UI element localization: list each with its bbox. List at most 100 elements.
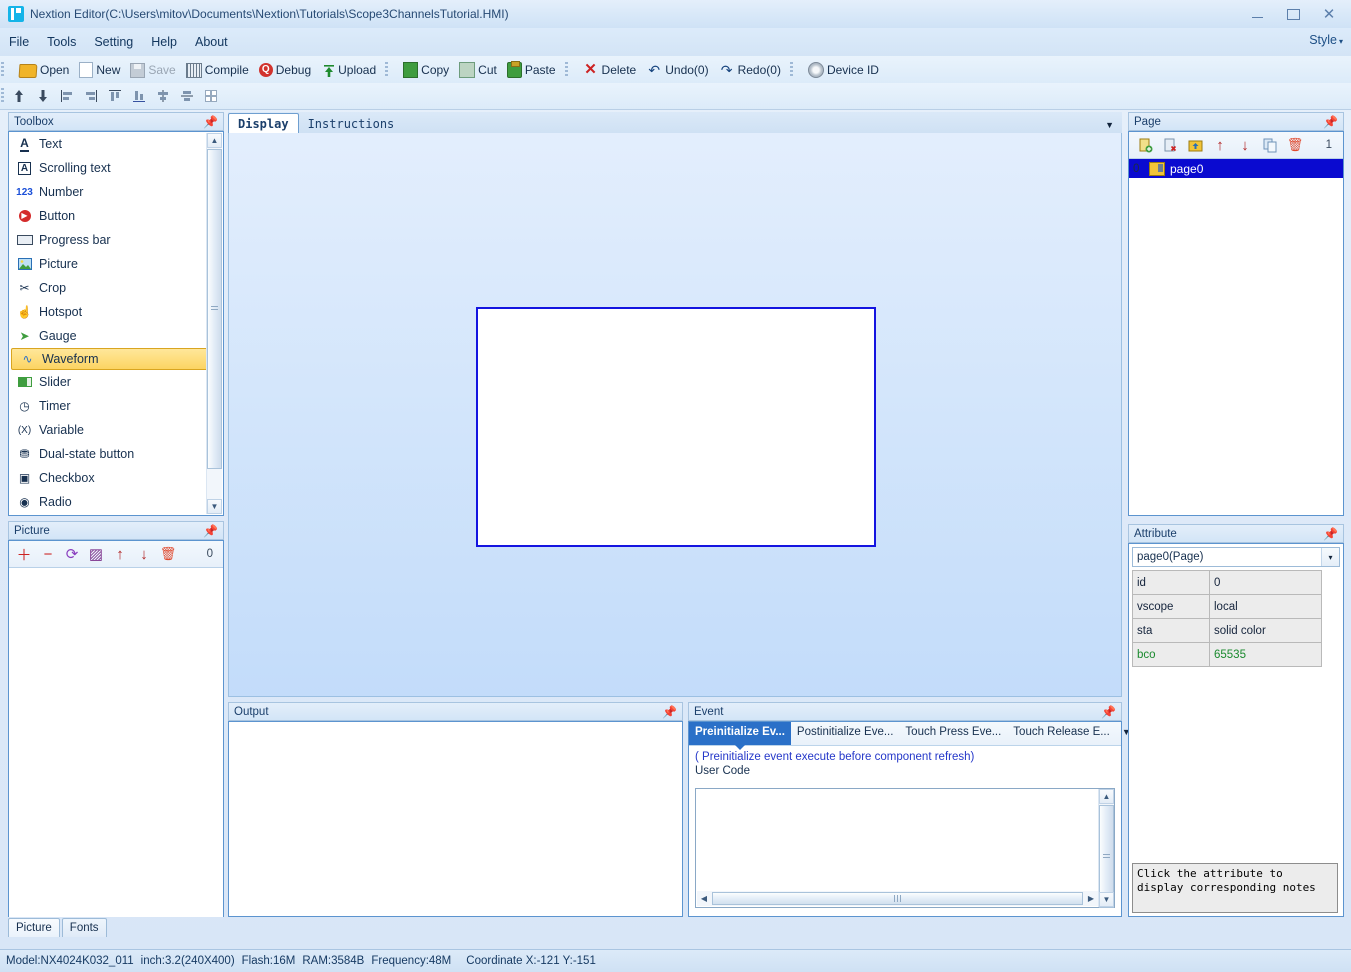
remove-picture-button[interactable]: − — [37, 544, 59, 565]
pin-icon[interactable]: 📌 — [1101, 705, 1116, 719]
scroll-left-icon[interactable]: ◀ — [697, 892, 711, 906]
attribute-object-select[interactable]: page0(Page) ▾ — [1132, 547, 1340, 567]
cut-button[interactable]: Cut — [454, 59, 502, 80]
import-page-button[interactable] — [1184, 135, 1206, 156]
table-row[interactable]: id 0 — [1132, 570, 1322, 595]
toolbox-item-gauge[interactable]: ➤ Gauge — [9, 324, 223, 348]
toolbox-item-checkbox[interactable]: ▣ Checkbox — [9, 466, 223, 490]
tab-picture[interactable]: Picture — [8, 918, 60, 937]
pin-icon[interactable]: 📌 — [203, 115, 218, 129]
tab-touch-press-event[interactable]: Touch Press Eve... — [899, 722, 1007, 745]
toolbox-list[interactable]: A Text A Scrolling text 123 Number ▶ But… — [8, 131, 224, 516]
toolbox-item-radio[interactable]: ◉ Radio — [9, 490, 223, 514]
align-right-icon[interactable] — [79, 85, 103, 107]
debug-button[interactable]: Q Debug — [254, 60, 316, 79]
event-horizontal-scrollbar[interactable]: ◀ ▶ — [697, 891, 1098, 906]
toolbar-gripper[interactable] — [1, 61, 4, 78]
table-row[interactable]: bco 65535 — [1132, 642, 1322, 667]
move-picture-up-button[interactable]: ↑ — [109, 544, 131, 565]
attribute-value[interactable]: local — [1209, 594, 1322, 619]
event-vertical-scrollbar[interactable]: ▲ ▼ — [1098, 789, 1114, 908]
scroll-up-icon[interactable]: ▲ — [1099, 789, 1114, 804]
maximize-button[interactable] — [1275, 1, 1311, 27]
scrollbar-thumb-horizontal[interactable] — [712, 892, 1083, 905]
minimize-button[interactable] — [1239, 1, 1275, 27]
toolbox-item-button[interactable]: ▶ Button — [9, 204, 223, 228]
toolbar-gripper-3[interactable] — [564, 61, 568, 78]
page-list-item-page0[interactable]: 0 page0 — [1129, 159, 1343, 178]
toolbox-item-slider[interactable]: Slider — [9, 370, 223, 394]
canvas-surface[interactable] — [228, 133, 1122, 697]
close-button[interactable]: ✕ — [1311, 1, 1347, 27]
toolbox-item-waveform[interactable]: ∿ Waveform — [11, 348, 212, 370]
device-id-button[interactable]: Device ID — [803, 59, 884, 80]
pin-icon[interactable]: 📌 — [1323, 527, 1338, 541]
picture-list[interactable] — [9, 568, 223, 917]
page-list[interactable]: 0 page0 — [1129, 159, 1343, 178]
chevron-down-icon[interactable]: ▼ — [1105, 120, 1114, 130]
add-picture-button[interactable]: ＋ — [13, 544, 35, 565]
attribute-value[interactable]: 0 — [1209, 570, 1322, 595]
move-picture-down-button[interactable]: ↓ — [133, 544, 155, 565]
scroll-up-icon[interactable]: ▲ — [207, 133, 222, 148]
menu-item-help[interactable]: Help — [142, 32, 186, 52]
device-screen-canvas[interactable] — [476, 307, 876, 547]
new-page-button[interactable] — [1134, 135, 1156, 156]
compile-button[interactable]: Compile — [181, 59, 254, 80]
distribute-icon[interactable] — [199, 85, 223, 107]
move-down-icon[interactable] — [31, 85, 55, 107]
delete-picture-button[interactable]: 🗑 — [157, 544, 179, 565]
redo-button[interactable]: ↷ Redo(0) — [714, 60, 786, 80]
menu-item-setting[interactable]: Setting — [85, 32, 142, 52]
pin-icon[interactable]: 📌 — [1323, 115, 1338, 129]
align-left-icon[interactable] — [55, 85, 79, 107]
open-button[interactable]: Open — [14, 60, 74, 80]
chevron-down-icon[interactable]: ▾ — [1321, 548, 1339, 566]
pin-icon[interactable]: 📌 — [203, 524, 218, 538]
upload-button[interactable]: Upload — [316, 60, 381, 79]
tab-display[interactable]: Display — [228, 113, 299, 134]
attribute-value[interactable]: 65535 — [1209, 642, 1322, 667]
tab-instructions[interactable]: Instructions — [299, 114, 404, 133]
tab-postinitialize-event[interactable]: Postinitialize Eve... — [791, 722, 900, 745]
move-up-icon[interactable] — [7, 85, 31, 107]
style-button[interactable]: Style ▾ — [1309, 33, 1343, 47]
tab-touch-release-event[interactable]: Touch Release E... — [1007, 722, 1116, 745]
center-horizontal-icon[interactable] — [151, 85, 175, 107]
move-page-up-button[interactable]: ↑ — [1209, 135, 1231, 156]
toolbar-gripper-2[interactable] — [385, 61, 389, 78]
toolbox-item-number[interactable]: 123 Number — [9, 180, 223, 204]
attribute-value[interactable]: solid color — [1209, 618, 1322, 643]
event-code-editor[interactable]: ▲ ▼ ◀ ▶ — [695, 788, 1115, 908]
toolbar-gripper-4[interactable] — [789, 61, 793, 78]
menu-item-about[interactable]: About — [186, 32, 237, 52]
scroll-right-icon[interactable]: ▶ — [1084, 892, 1098, 906]
paste-button[interactable]: Paste — [502, 59, 561, 80]
toolbox-item-variable[interactable]: (X) Variable — [9, 418, 223, 442]
output-text-area[interactable] — [228, 721, 683, 917]
center-vertical-icon[interactable] — [175, 85, 199, 107]
copy-button[interactable]: Copy — [398, 59, 454, 80]
tab-fonts[interactable]: Fonts — [61, 918, 107, 937]
align-toolbar-gripper[interactable] — [1, 88, 4, 104]
toolbox-item-progress-bar[interactable]: Progress bar — [9, 228, 223, 252]
scroll-down-icon[interactable]: ▼ — [1099, 892, 1114, 907]
event-code-text[interactable] — [696, 789, 1098, 891]
scrollbar-thumb[interactable] — [207, 149, 222, 469]
toolbox-item-dual-state-button[interactable]: ⛃ Dual-state button — [9, 442, 223, 466]
delete-page-button[interactable] — [1159, 135, 1181, 156]
align-bottom-icon[interactable] — [127, 85, 151, 107]
refresh-picture-button[interactable]: ⟳ — [61, 544, 83, 565]
delete-button[interactable]: ✕ Delete — [578, 60, 642, 80]
copy-page-button[interactable] — [1259, 135, 1281, 156]
toolbox-item-scrolling-text[interactable]: A Scrolling text — [9, 156, 223, 180]
scroll-down-icon[interactable]: ▼ — [207, 499, 222, 514]
toolbox-scrollbar[interactable]: ▲ ▼ — [206, 133, 222, 514]
align-top-icon[interactable] — [103, 85, 127, 107]
toolbox-item-text[interactable]: A Text — [9, 132, 223, 156]
table-row[interactable]: sta solid color — [1132, 618, 1322, 643]
edit-picture-button[interactable]: ▨ — [85, 544, 107, 565]
delete-all-pages-button[interactable]: 🗑 — [1284, 135, 1306, 156]
menu-item-file[interactable]: File — [0, 32, 38, 52]
toolbox-item-picture[interactable]: Picture — [9, 252, 223, 276]
